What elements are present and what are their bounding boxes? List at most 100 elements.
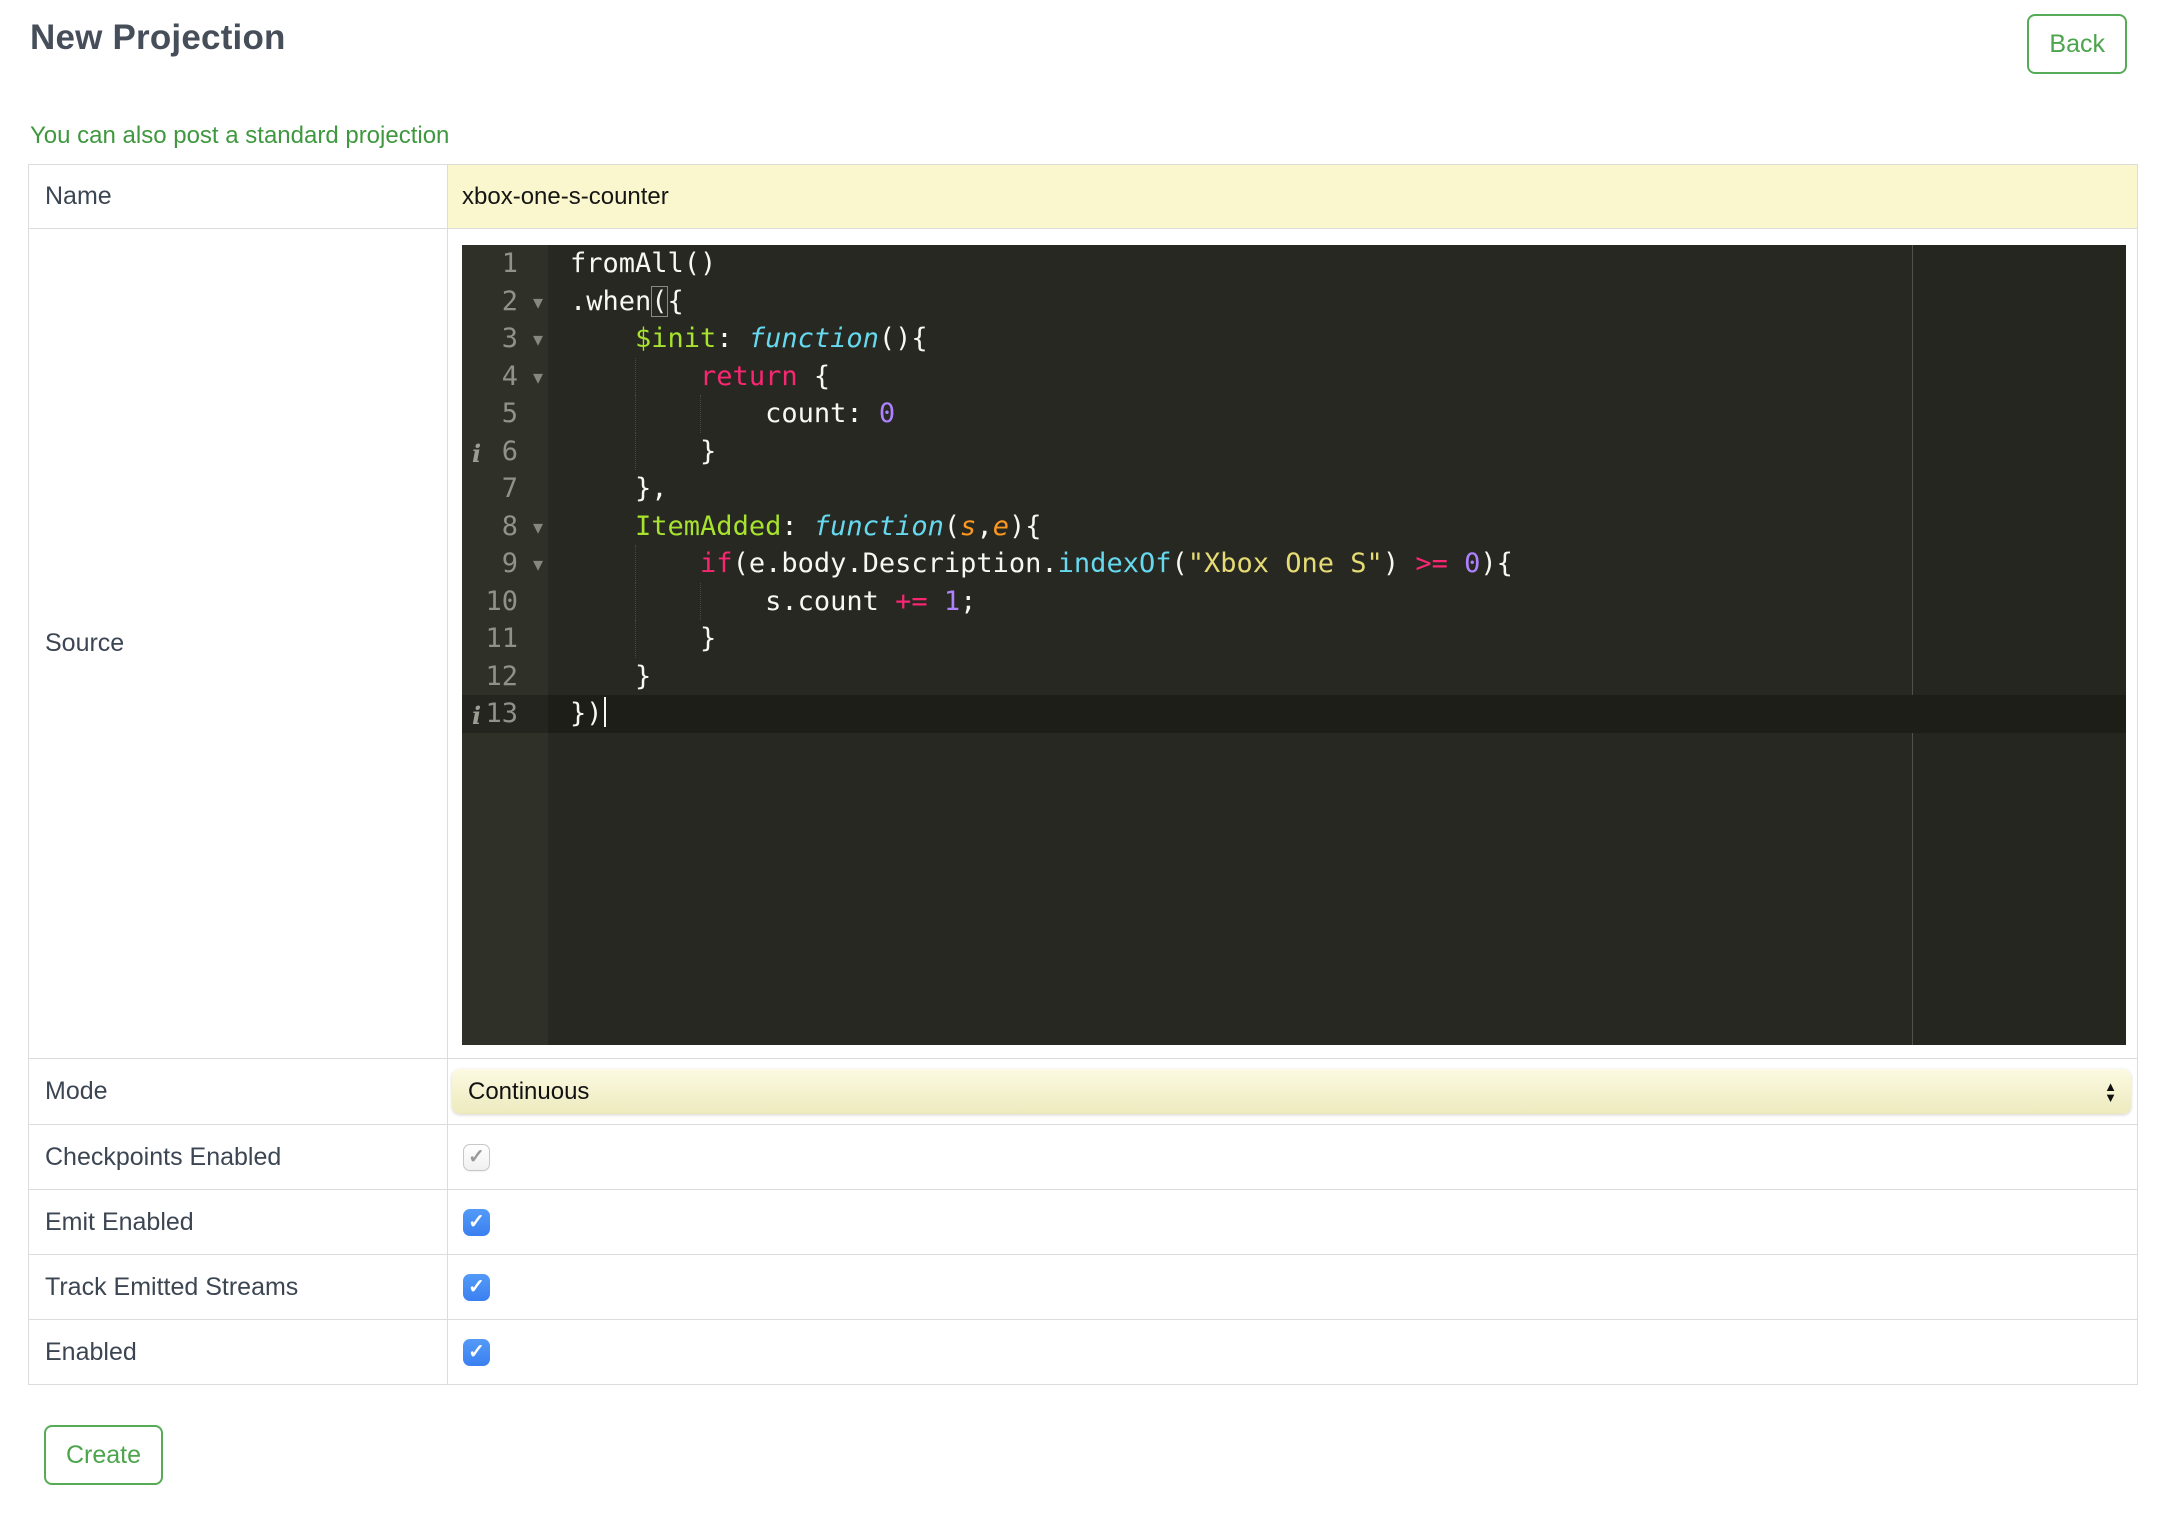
line-number: 11 bbox=[485, 623, 518, 654]
info-annotation-icon: i bbox=[472, 438, 482, 468]
fold-arrow-icon[interactable]: ▾ bbox=[533, 284, 543, 322]
line-number: 1 bbox=[501, 248, 518, 279]
gutter-cell: 12 bbox=[462, 658, 548, 696]
check-icon: ✓ bbox=[468, 1210, 485, 1233]
mode-select-value: Continuous bbox=[468, 1077, 590, 1105]
code-line: 7 }, bbox=[462, 470, 2126, 508]
indent-guide bbox=[635, 432, 637, 470]
code-line: 4 ▾ return { bbox=[462, 357, 2126, 396]
fold-arrow-icon[interactable]: ▾ bbox=[533, 546, 543, 584]
checkpoints-enabled-row: Checkpoints Enabled ✓ bbox=[28, 1124, 2138, 1190]
name-row: Name bbox=[28, 164, 2138, 229]
gutter-cell: 4 ▾ bbox=[462, 358, 548, 396]
code-line: 3 ▾ $init: function(){ bbox=[462, 320, 2126, 358]
line-number: 13 bbox=[485, 698, 518, 729]
gutter-cell: 3 ▾ bbox=[462, 320, 548, 358]
code-text: .when({ bbox=[570, 285, 684, 317]
emit-enabled-checkbox[interactable]: ✓ bbox=[463, 1208, 490, 1236]
code-text: return { bbox=[548, 357, 2126, 395]
indent-guide bbox=[635, 545, 637, 583]
gutter-cell: 8 ▾ bbox=[462, 508, 548, 546]
source-label: Source bbox=[28, 228, 448, 1059]
code-line: 11 } bbox=[462, 620, 2126, 658]
check-icon: ✓ bbox=[468, 1275, 485, 1298]
code-line: i6 } bbox=[462, 432, 2126, 471]
code-text: ItemAdded: function(s,e){ bbox=[635, 510, 1042, 542]
line-number: 8 bbox=[501, 510, 518, 542]
info-annotation-icon: i bbox=[472, 701, 482, 730]
source-row: Source 1 fromAll() 2 ▾ .when({3 ▾ $init: func… bbox=[28, 228, 2138, 1059]
code-text: count: 0 bbox=[548, 395, 2126, 433]
code-text: fromAll() bbox=[570, 248, 717, 279]
emit-enabled-label: Emit Enabled bbox=[28, 1189, 448, 1255]
code-line: 9 ▾ if(e.body.Description.indexOf("Xbox O… bbox=[462, 545, 2126, 583]
page-header: New Projection Back bbox=[0, 0, 2166, 74]
fold-arrow-icon[interactable]: ▾ bbox=[533, 321, 543, 359]
indent-guide bbox=[635, 357, 637, 395]
indent-guide bbox=[700, 395, 702, 433]
name-label: Name bbox=[28, 164, 448, 229]
fold-arrow-icon[interactable]: ▾ bbox=[533, 359, 543, 397]
gutter-cell: 2 ▾ bbox=[462, 283, 548, 321]
check-icon: ✓ bbox=[468, 1340, 485, 1363]
code-text: if(e.body.Description.indexOf("Xbox One … bbox=[548, 545, 2126, 583]
track-emitted-streams-checkbox[interactable]: ✓ bbox=[463, 1273, 490, 1301]
line-number: 6 bbox=[501, 435, 518, 467]
code-text: }, bbox=[570, 473, 668, 504]
gutter-cell: 1 bbox=[462, 245, 548, 283]
line-number: 7 bbox=[501, 473, 518, 504]
track-emitted-streams-row: Track Emitted Streams ✓ bbox=[28, 1254, 2138, 1320]
create-button[interactable]: Create bbox=[44, 1425, 164, 1485]
mode-label: Mode bbox=[28, 1058, 448, 1125]
indent-guide bbox=[700, 582, 702, 620]
source-code-editor[interactable]: 1 fromAll() 2 ▾ .when({3 ▾ $init: function(){… bbox=[462, 245, 2126, 1045]
indent-guide bbox=[635, 620, 637, 658]
indent-guide bbox=[635, 395, 637, 433]
code-line: 10 s.count += 1; bbox=[462, 582, 2126, 621]
code-text: } bbox=[548, 620, 2126, 658]
line-number: 9 bbox=[501, 548, 518, 579]
line-number: 10 bbox=[485, 585, 518, 617]
enabled-label: Enabled bbox=[28, 1319, 448, 1385]
code-line: 1 fromAll() bbox=[462, 245, 2126, 283]
enabled-row: Enabled ✓ bbox=[28, 1319, 2138, 1385]
code-line: i 13}) bbox=[462, 695, 2126, 733]
back-button[interactable]: Back bbox=[2027, 14, 2127, 74]
code-text: s.count += 1; bbox=[548, 582, 2126, 620]
gutter-cell: i 13 bbox=[462, 695, 548, 733]
page-title: New Projection bbox=[30, 18, 286, 57]
code-text: $init: function(){ bbox=[635, 323, 928, 354]
gutter-cell: 11 bbox=[462, 620, 548, 658]
line-number: 5 bbox=[501, 398, 518, 429]
checkpoints-enabled-label: Checkpoints Enabled bbox=[28, 1124, 448, 1190]
checkpoints-enabled-checkbox: ✓ bbox=[463, 1143, 490, 1171]
select-arrows-icon: ▲ ▼ bbox=[2104, 1078, 2117, 1105]
track-emitted-streams-label: Track Emitted Streams bbox=[28, 1254, 448, 1320]
code-line: 2 ▾ .when({ bbox=[462, 283, 2126, 321]
fold-arrow-icon[interactable]: ▾ bbox=[533, 509, 543, 547]
enabled-checkbox[interactable]: ✓ bbox=[463, 1338, 490, 1366]
code-text: } bbox=[570, 660, 652, 692]
indent-guide bbox=[635, 582, 637, 620]
mode-select[interactable]: Continuous ▲ ▼ bbox=[452, 1069, 2131, 1114]
line-number: 3 bbox=[501, 323, 518, 354]
mode-row: Mode Continuous ▲ ▼ bbox=[28, 1058, 2138, 1125]
name-input[interactable] bbox=[448, 165, 2137, 228]
line-number: 2 bbox=[501, 285, 518, 317]
code-line: 8 ▾ ItemAdded: function(s,e){ bbox=[462, 508, 2126, 546]
code-lines: 1 fromAll() 2 ▾ .when({3 ▾ $init: function(){… bbox=[462, 245, 2126, 733]
code-line: 12 } bbox=[462, 658, 2126, 696]
emit-enabled-row: Emit Enabled ✓ bbox=[28, 1189, 2138, 1255]
check-icon: ✓ bbox=[468, 1145, 485, 1168]
gutter-cell: 10 bbox=[462, 583, 548, 621]
gutter-cell: 7 bbox=[462, 470, 548, 508]
gutter-cell: i6 bbox=[462, 433, 548, 471]
text-cursor bbox=[603, 697, 606, 727]
line-number: 12 bbox=[485, 660, 518, 692]
gutter-cell: 5 bbox=[462, 395, 548, 433]
standard-projection-link[interactable]: You can also post a standard projection bbox=[30, 122, 449, 150]
code-text: } bbox=[548, 432, 2126, 470]
gutter-cell: 9 ▾ bbox=[462, 545, 548, 583]
line-number: 4 bbox=[501, 360, 518, 392]
projection-form: Name Source 1fromAll()2▾.when({3▾ $init:… bbox=[28, 164, 2138, 1385]
